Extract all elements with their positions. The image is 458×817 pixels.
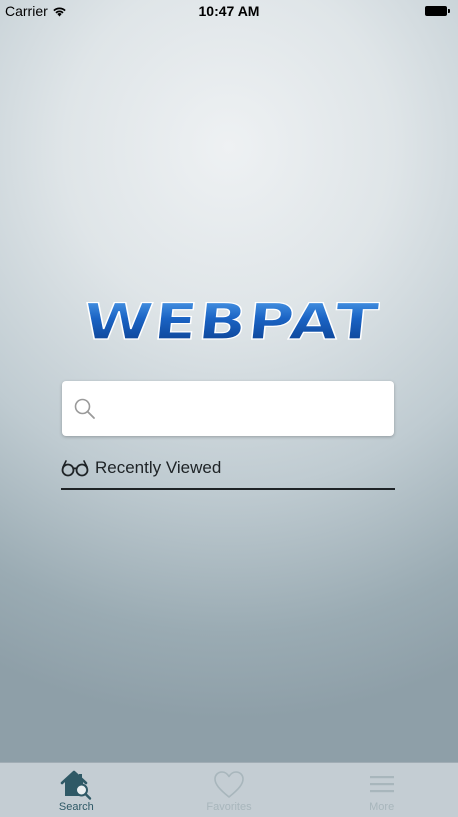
logo-text: WEBPAT (80, 293, 380, 345)
search-input[interactable] (106, 381, 386, 436)
tab-more-label: More (369, 801, 395, 813)
tab-search[interactable]: Search (0, 763, 153, 817)
tab-favorites[interactable]: Favorites (153, 763, 306, 817)
heart-icon (214, 771, 244, 798)
status-bar: Carrier 10:47 AM (0, 0, 458, 22)
menu-icon (369, 776, 394, 793)
home-search-icon (61, 770, 92, 800)
glasses-icon (61, 460, 89, 477)
status-time: 10:47 AM (198, 3, 260, 19)
tab-more[interactable]: More (305, 763, 458, 817)
tab-favorites-label: Favorites (206, 801, 252, 813)
tab-bar: Search Favorites More (0, 762, 458, 817)
search-field[interactable] (62, 381, 394, 436)
recently-viewed-label: Recently Viewed (95, 458, 222, 477)
tab-search-label: Search (58, 801, 94, 813)
webpat-logo: WEBPAT (80, 293, 380, 345)
search-icon (74, 398, 95, 419)
battery-icon (425, 5, 450, 16)
recently-viewed-header[interactable]: Recently Viewed (61, 456, 395, 490)
